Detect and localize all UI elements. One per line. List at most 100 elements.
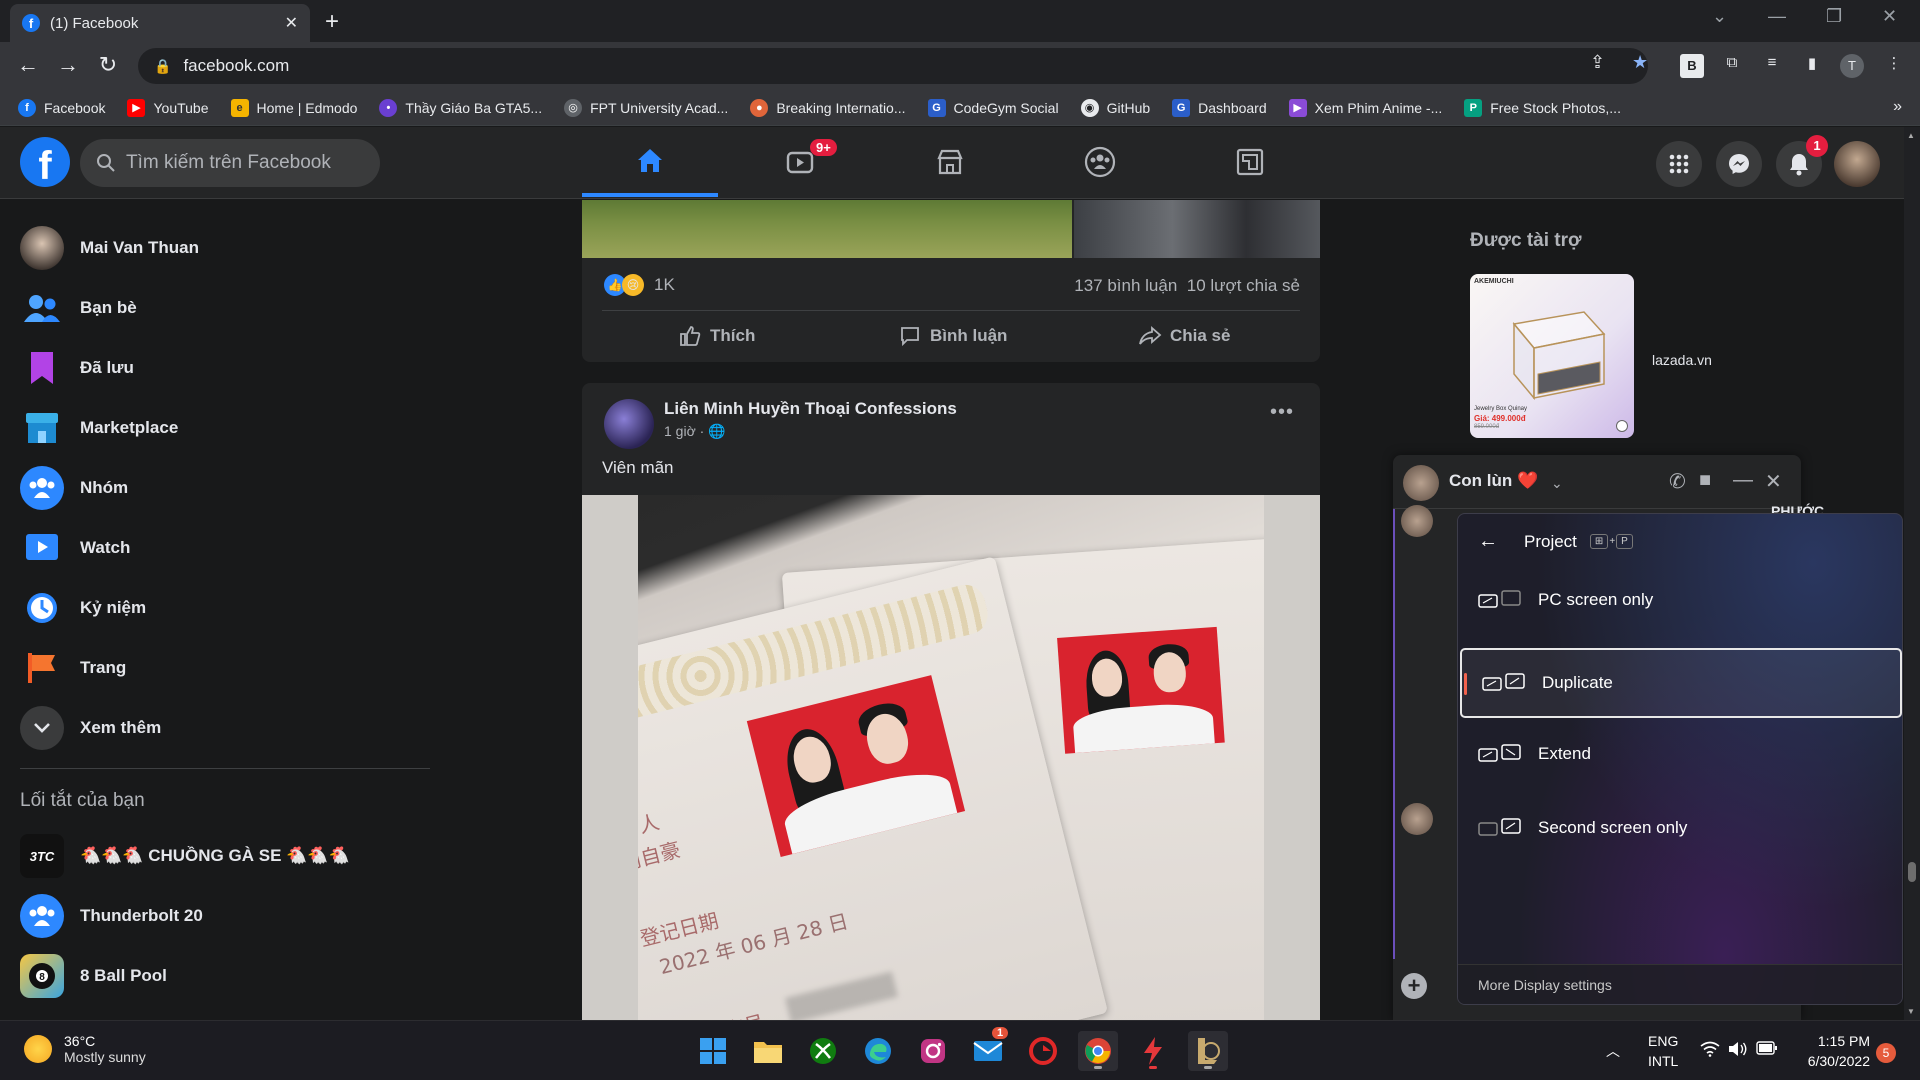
scrollbar-thumb[interactable] [1908, 862, 1916, 882]
notifications-button[interactable]: 1 [1776, 135, 1828, 187]
post-photo[interactable]: 证 人 简自豪 登记日期 2022 年 06 月 28 日 结婚证字号 [638, 495, 1264, 1023]
menu-button[interactable] [1656, 141, 1702, 187]
ad-image[interactable]: AKEMIUCHI Jewelry Box Quinay Giá: 499.00… [1470, 274, 1634, 438]
garena-button[interactable] [1023, 1031, 1063, 1071]
add-attachment-icon[interactable]: + [1401, 973, 1427, 999]
bookmark-item[interactable]: ◉ GitHub [1080, 98, 1150, 117]
bookmark-item[interactable]: ◎ FPT University Acad... [564, 98, 728, 117]
forward-button[interactable]: → [54, 52, 82, 78]
extension-b-icon[interactable]: B [1680, 54, 1704, 78]
tab-groups[interactable] [1032, 127, 1168, 197]
sidebar-item-memories[interactable]: Kỷ niệm [20, 580, 440, 636]
minimize-button[interactable]: — [1768, 6, 1786, 27]
chrome-button[interactable] [1078, 1031, 1118, 1071]
bookmark-item[interactable]: P Free Stock Photos,... [1464, 98, 1621, 117]
shortcut-item[interactable]: Thunderbolt 20 [20, 888, 440, 944]
facebook-logo-icon[interactable]: f [20, 137, 70, 187]
file-explorer-button[interactable] [748, 1031, 788, 1071]
tab-gaming[interactable] [1182, 127, 1318, 197]
messenger-button[interactable] [1716, 141, 1762, 187]
bookmark-item[interactable]: • Thầy Giáo Ba GTA5... [379, 98, 542, 117]
ad-site[interactable]: lazada.vn [1652, 352, 1712, 368]
side-panel-icon[interactable]: ▮ [1800, 54, 1824, 78]
reload-button[interactable]: ↻ [94, 52, 122, 78]
extensions-puzzle-icon[interactable]: ⧉ [1720, 54, 1744, 78]
post-image[interactable] [1074, 200, 1320, 258]
bookmark-item[interactable]: ▶ YouTube [127, 98, 209, 117]
new-tab-button[interactable]: + [325, 8, 339, 36]
chat-header[interactable]: Con lùn ❤️ ⌄ ✆ ■ — ✕ [1393, 455, 1801, 509]
close-chat-icon[interactable]: ✕ [1765, 469, 1782, 494]
tab-marketplace[interactable] [882, 127, 1018, 197]
more-bookmarks-icon[interactable]: » [1893, 98, 1902, 116]
tab-watch[interactable]: 9+ [732, 127, 868, 197]
tab-home[interactable] [582, 127, 718, 197]
lock-icon[interactable]: 🔒 [154, 58, 171, 75]
instagram-button[interactable] [913, 1031, 953, 1071]
sidebar-item-friends[interactable]: Bạn bè [20, 280, 440, 336]
profile-avatar[interactable]: T [1840, 54, 1864, 78]
weather-widget[interactable]: 36°C Mostly sunny [24, 1033, 146, 1065]
share-icon[interactable]: ⇪ [1590, 52, 1605, 73]
league-button[interactable] [1188, 1031, 1228, 1071]
xbox-button[interactable] [803, 1031, 843, 1071]
like-button[interactable]: Thích [678, 324, 755, 348]
more-display-settings-link[interactable]: More Display settings [1478, 977, 1612, 993]
phone-icon[interactable]: ✆ [1669, 469, 1686, 494]
mail-button[interactable]: 1 [968, 1027, 1009, 1071]
option-second-screen-only[interactable]: Second screen only [1458, 794, 1902, 862]
bookmark-item[interactable]: G CodeGym Social [927, 98, 1059, 117]
more-options-icon[interactable]: ••• [1270, 401, 1294, 424]
edge-button[interactable] [858, 1031, 898, 1071]
shortcut-item[interactable]: 3TC 🐔🐔🐔 CHUỒNG GÀ SE 🐔🐔🐔 [20, 828, 440, 884]
sidebar-item-see-more[interactable]: Xem thêm [20, 700, 440, 756]
sidebar-item-marketplace[interactable]: Marketplace [20, 400, 440, 456]
lightning-app-button[interactable] [1133, 1031, 1173, 1071]
account-avatar[interactable] [1834, 141, 1880, 187]
close-window-button[interactable]: ✕ [1882, 6, 1897, 27]
comment-button[interactable]: Bình luận [898, 324, 1007, 348]
system-clock[interactable]: 1:15 PM 6/30/2022 [1790, 1031, 1870, 1071]
chat-name[interactable]: Con lùn ❤️ [1449, 471, 1538, 491]
video-call-icon[interactable]: ■ [1699, 469, 1711, 492]
post-image[interactable] [582, 200, 1072, 258]
facebook-search[interactable] [80, 139, 380, 187]
show-hidden-icons-icon[interactable]: ︿ [1606, 1041, 1620, 1061]
sidebar-item-saved[interactable]: Đã lưu [20, 340, 440, 396]
bookmark-star-icon[interactable]: ★ [1632, 52, 1648, 73]
language-indicator[interactable]: ENG INTL [1648, 1031, 1678, 1071]
post-time[interactable]: 1 giờ · 🌐 [664, 423, 726, 440]
page-scrollbar[interactable]: ▲ ▼ [1904, 127, 1920, 1020]
restore-button[interactable]: ❐ [1826, 6, 1842, 27]
tab-facebook[interactable]: f (1) Facebook ✕ [10, 4, 310, 42]
post-author[interactable]: Liên Minh Huyền Thoại Confessions [664, 399, 957, 419]
option-duplicate[interactable]: Duplicate [1460, 648, 1902, 718]
back-button[interactable]: ← [14, 52, 42, 78]
minimize-chat-icon[interactable]: — [1733, 469, 1753, 492]
scroll-up-icon[interactable]: ▲ [1907, 131, 1915, 140]
option-pc-screen-only[interactable]: PC screen only [1458, 566, 1902, 634]
comment-count[interactable]: 137 bình luận [1074, 276, 1177, 295]
bookmark-item[interactable]: f Facebook [18, 98, 105, 117]
back-arrow-icon[interactable]: ← [1478, 530, 1498, 553]
bookmark-item[interactable]: G Dashboard [1172, 98, 1267, 117]
bookmark-item[interactable]: ● Breaking Internatio... [750, 98, 906, 117]
sidebar-item-watch[interactable]: Watch [20, 520, 440, 576]
sidebar-item-pages[interactable]: Trang [20, 640, 440, 696]
wifi-icon[interactable] [1700, 1041, 1720, 1062]
share-button[interactable]: Chia sẻ [1138, 324, 1230, 348]
chrome-menu-icon[interactable]: ⋮ [1882, 54, 1906, 78]
sidebar-item-groups[interactable]: Nhóm [20, 460, 440, 516]
share-count[interactable]: 10 lượt chia sẻ [1187, 276, 1300, 295]
shortcut-item[interactable]: 8 8 Ball Pool [20, 948, 440, 1004]
notification-center-badge[interactable]: 5 [1876, 1043, 1896, 1063]
search-input[interactable] [126, 152, 366, 174]
volume-icon[interactable] [1728, 1041, 1748, 1062]
reactions[interactable]: 👍 😢 1K [604, 274, 675, 296]
chevron-down-icon[interactable]: ⌄ [1551, 475, 1563, 492]
scroll-down-icon[interactable]: ▼ [1907, 1007, 1915, 1016]
sidebar-item-profile[interactable]: Mai Van Thuan [20, 220, 440, 276]
close-tab-icon[interactable]: ✕ [285, 13, 298, 33]
option-extend[interactable]: Extend [1458, 720, 1902, 788]
battery-icon[interactable] [1756, 1041, 1778, 1060]
